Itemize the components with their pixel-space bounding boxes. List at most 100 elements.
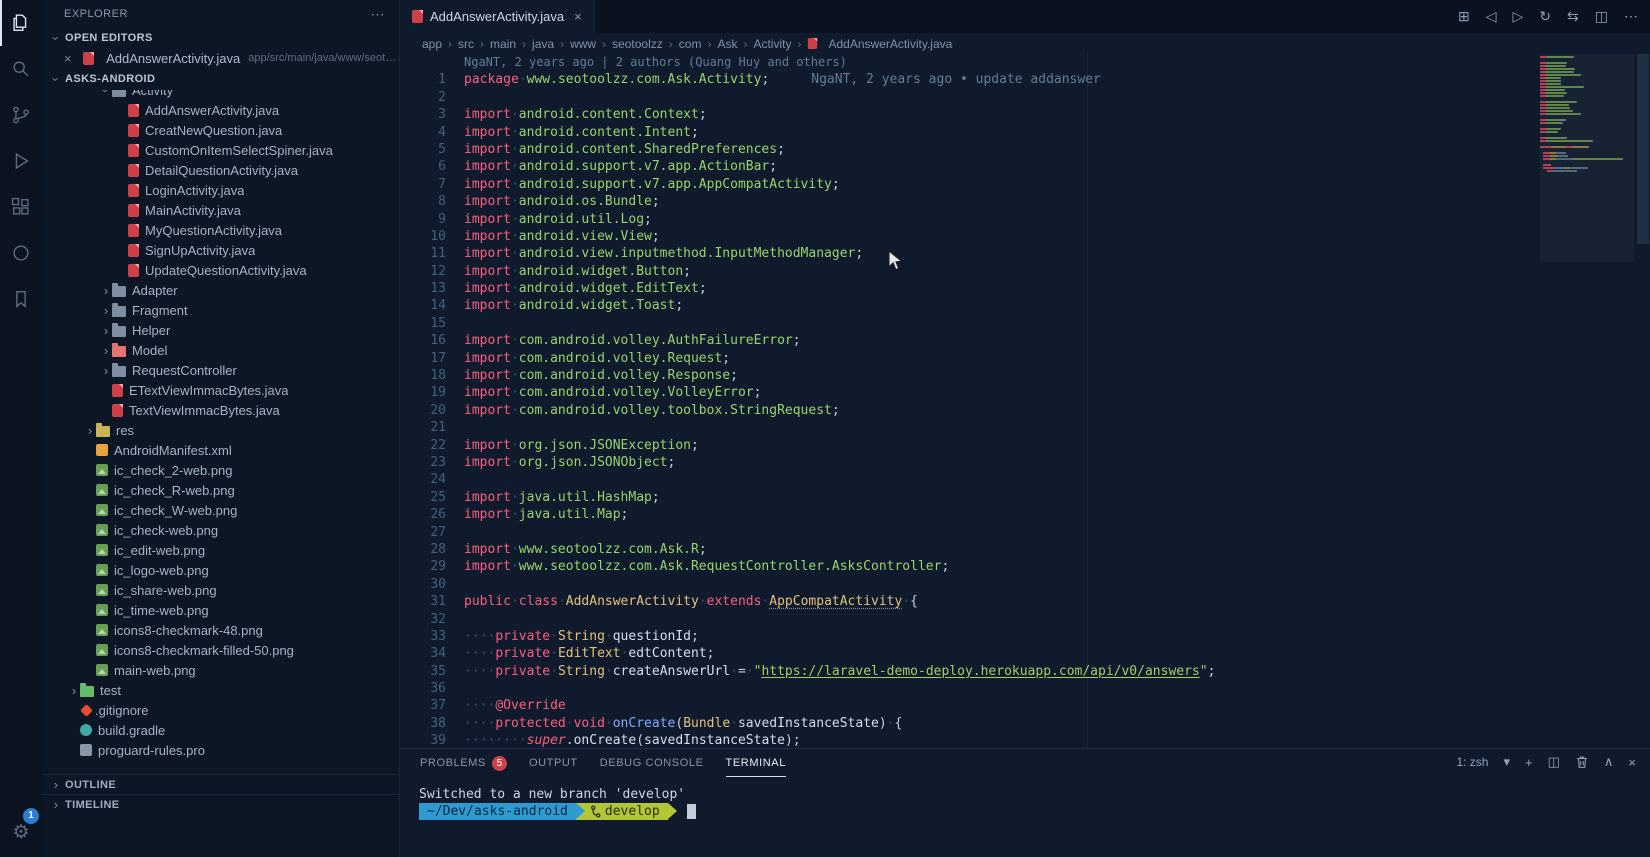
- code-line[interactable]: 19import·com.android.volley.VolleyError;: [400, 384, 1538, 401]
- dropdown-icon[interactable]: ▾: [1503, 754, 1510, 770]
- tree-item[interactable]: ›Activity: [42, 90, 399, 100]
- code-line[interactable]: 31public·class·AddAnswerActivity·extends…: [400, 593, 1538, 610]
- code-line[interactable]: 17import·com.android.volley.Request;: [400, 350, 1538, 367]
- tree-item[interactable]: ic_share-web.png: [42, 580, 399, 600]
- tree-item[interactable]: AndroidManifest.xml: [42, 440, 399, 460]
- outline-section[interactable]: › OUTLINE: [42, 774, 399, 794]
- code-line[interactable]: 32: [400, 611, 1538, 628]
- tree-item[interactable]: LoginActivity.java: [42, 180, 399, 200]
- breadcrumb-item[interactable]: java: [532, 37, 554, 51]
- code-line[interactable]: 39········super.onCreate(savedInstanceSt…: [400, 732, 1538, 748]
- tree-item[interactable]: ›RequestController: [42, 360, 399, 380]
- kill-terminal-icon[interactable]: [1575, 755, 1589, 769]
- tree-item[interactable]: ic_check_R-web.png: [42, 480, 399, 500]
- code-line[interactable]: 1package·www.seotoolzz.com.Ask.Activity;…: [400, 71, 1538, 88]
- code-line[interactable]: 5import·android.content.SharedPreference…: [400, 141, 1538, 158]
- panel-tab-problems[interactable]: PROBLEMS5: [420, 750, 507, 777]
- code-line[interactable]: 27: [400, 524, 1538, 541]
- code-line[interactable]: 30: [400, 576, 1538, 593]
- code-line[interactable]: 23import·org.json.JSONObject;: [400, 454, 1538, 471]
- maximize-panel-icon[interactable]: ∧: [1604, 754, 1614, 770]
- tree-item[interactable]: AddAnswerActivity.java: [42, 100, 399, 120]
- tree-item[interactable]: ic_check-web.png: [42, 520, 399, 540]
- terminal[interactable]: Switched to a new branch 'develop' ~/Dev…: [400, 777, 1650, 820]
- code-line[interactable]: 29import·www.seotoolzz.com.Ask.RequestCo…: [400, 558, 1538, 575]
- tree-item[interactable]: UpdateQuestionActivity.java: [42, 260, 399, 280]
- code-line[interactable]: 21: [400, 419, 1538, 436]
- tree-item[interactable]: CustomOnItemSelectSpiner.java: [42, 140, 399, 160]
- tree-item[interactable]: ›Fragment: [42, 300, 399, 320]
- breadcrumb-item[interactable]: main: [490, 37, 516, 51]
- code-line[interactable]: 34····private·EditText·edtContent;: [400, 645, 1538, 662]
- tree-item[interactable]: ic_check_W-web.png: [42, 500, 399, 520]
- code-line[interactable]: 13import·android.widget.EditText;: [400, 280, 1538, 297]
- code-line[interactable]: 37····@Override: [400, 697, 1538, 714]
- previous-change-icon[interactable]: ◁: [1486, 8, 1497, 25]
- code-line[interactable]: 11import·android.view.inputmethod.InputM…: [400, 245, 1538, 262]
- panel-tab-output[interactable]: OUTPUT: [529, 750, 578, 777]
- activitybar-search[interactable]: [0, 46, 42, 92]
- activitybar-explorer[interactable]: [0, 0, 42, 46]
- tree-item[interactable]: ic_logo-web.png: [42, 560, 399, 580]
- breadcrumb-item[interactable]: www: [570, 37, 596, 51]
- code-line[interactable]: 4import·android.content.Intent;: [400, 124, 1538, 141]
- code-line[interactable]: 3import·android.content.Context;: [400, 106, 1538, 123]
- code-line[interactable]: 16import·com.android.volley.AuthFailureE…: [400, 332, 1538, 349]
- close-panel-icon[interactable]: ×: [1628, 755, 1636, 770]
- activitybar-manage[interactable]: ⚙ 1: [0, 817, 42, 847]
- code-editor[interactable]: NgaNT, 2 years ago | 2 authors (Quang Hu…: [400, 54, 1650, 748]
- activitybar-extensions[interactable]: [0, 184, 42, 230]
- tree-item[interactable]: ic_edit-web.png: [42, 540, 399, 560]
- code-line[interactable]: 14import·android.widget.Toast;: [400, 297, 1538, 314]
- editor-scrollbar[interactable]: [1636, 54, 1650, 748]
- code-line[interactable]: 26import·java.util.Map;: [400, 506, 1538, 523]
- split-editor-icon[interactable]: ◫: [1595, 8, 1608, 25]
- code-line[interactable]: 9import·android.util.Log;: [400, 211, 1538, 228]
- more-actions-icon[interactable]: ⋯: [371, 6, 386, 23]
- open-changes-icon[interactable]: ⇆: [1567, 8, 1579, 25]
- tree-item[interactable]: MyQuestionActivity.java: [42, 220, 399, 240]
- tree-item[interactable]: build.gradle: [42, 720, 399, 740]
- tree-item[interactable]: icons8-checkmark-filled-50.png: [42, 640, 399, 660]
- next-change-icon[interactable]: ▷: [1513, 8, 1524, 25]
- breadcrumb-item[interactable]: com: [679, 37, 702, 51]
- panel-tab-debug-console[interactable]: DEBUG CONSOLE: [600, 750, 704, 777]
- code-line[interactable]: 7import·android.support.v7.app.AppCompat…: [400, 176, 1538, 193]
- tree-item[interactable]: CreatNewQuestion.java: [42, 120, 399, 140]
- close-icon[interactable]: ×: [64, 51, 77, 66]
- tree-item[interactable]: .gitignore: [42, 700, 399, 720]
- code-line[interactable]: 2: [400, 89, 1538, 106]
- code-line[interactable]: 25import·java.util.HashMap;: [400, 489, 1538, 506]
- tree-item[interactable]: DetailQuestionActivity.java: [42, 160, 399, 180]
- timeline-section[interactable]: › TIMELINE: [42, 794, 399, 814]
- code-line[interactable]: 12import·android.widget.Button;: [400, 263, 1538, 280]
- activitybar-run-debug[interactable]: [0, 138, 42, 184]
- activitybar-bookmarks[interactable]: [0, 276, 42, 322]
- code-line[interactable]: 38····protected·void·onCreate(Bundle·sav…: [400, 715, 1538, 732]
- code-line[interactable]: 6import·android.support.v7.app.ActionBar…: [400, 158, 1538, 175]
- breadcrumb-item[interactable]: AddAnswerActivity.java: [807, 37, 952, 51]
- tree-item[interactable]: ETextViewImmacBytes.java: [42, 380, 399, 400]
- tree-item[interactable]: proguard-rules.pro: [42, 740, 399, 760]
- terminal-selector[interactable]: 1: zsh: [1456, 755, 1488, 769]
- code-line[interactable]: 36: [400, 680, 1538, 697]
- tree-item[interactable]: MainActivity.java: [42, 200, 399, 220]
- minimap[interactable]: [1540, 56, 1634, 173]
- tree-item[interactable]: icons8-checkmark-48.png: [42, 620, 399, 640]
- tree-item[interactable]: ›test: [42, 680, 399, 700]
- breadcrumb-item[interactable]: Activity: [753, 37, 791, 51]
- customize-layout-icon[interactable]: ⊞: [1458, 8, 1470, 25]
- tree-item[interactable]: ›res: [42, 420, 399, 440]
- code-line[interactable]: 33····private·String·questionId;: [400, 628, 1538, 645]
- code-line[interactable]: 10import·android.view.View;: [400, 228, 1538, 245]
- breadcrumb-item[interactable]: seotoolzz: [612, 37, 663, 51]
- code-line[interactable]: 18import·com.android.volley.Response;: [400, 367, 1538, 384]
- tree-item[interactable]: TextViewImmacBytes.java: [42, 400, 399, 420]
- code-line[interactable]: 24: [400, 471, 1538, 488]
- tree-item[interactable]: ic_time-web.png: [42, 600, 399, 620]
- tree-item[interactable]: ›Helper: [42, 320, 399, 340]
- tree-item[interactable]: SignUpActivity.java: [42, 240, 399, 260]
- code-line[interactable]: 28import·www.seotoolzz.com.Ask.R;: [400, 541, 1538, 558]
- code-line[interactable]: 20import·com.android.volley.toolbox.Stri…: [400, 402, 1538, 419]
- open-editors-header[interactable]: › OPEN EDITORS: [42, 28, 399, 48]
